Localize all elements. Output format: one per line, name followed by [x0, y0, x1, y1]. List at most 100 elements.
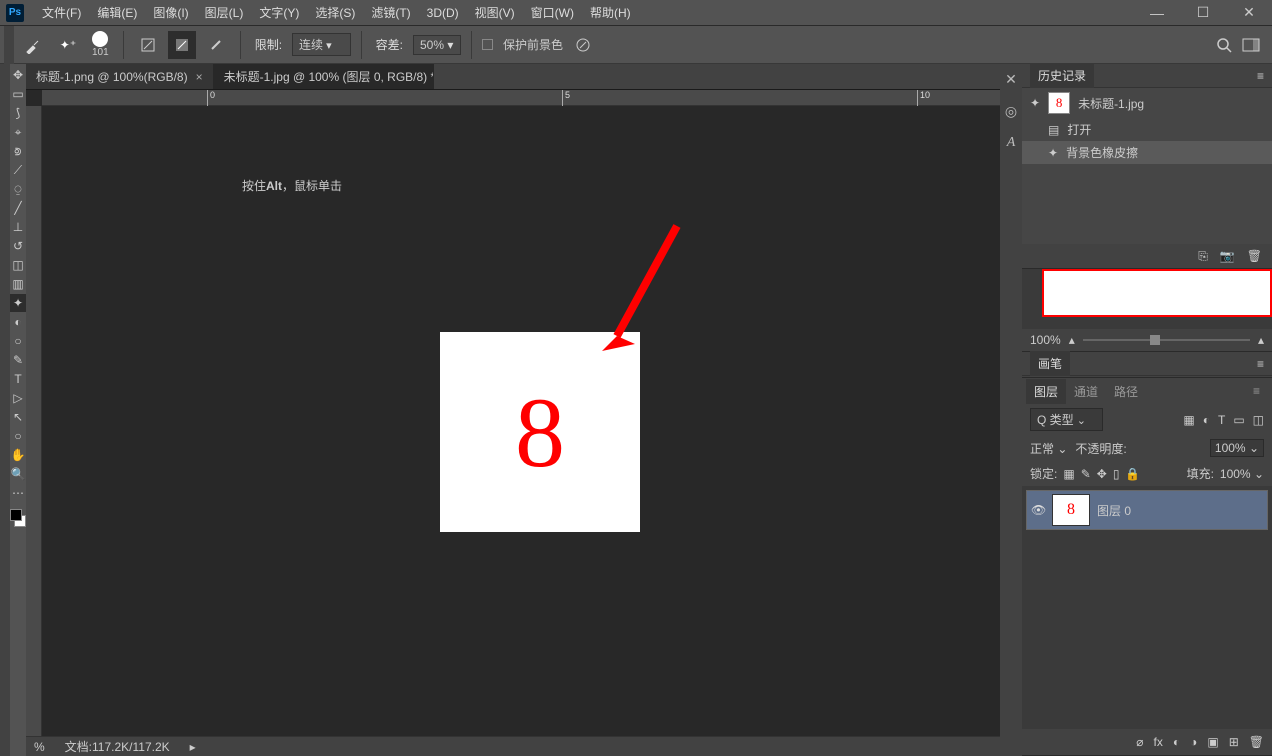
canvas[interactable]: 8 按住Alt，鼠标单击	[42, 106, 1000, 736]
new-layer-icon[interactable]: ⊞	[1229, 735, 1239, 749]
filter-type-icon[interactable]: T	[1218, 413, 1225, 427]
maximize-button[interactable]: ☐	[1180, 0, 1226, 26]
minimize-button[interactable]: —	[1134, 0, 1180, 26]
visibility-icon[interactable]: 👁	[1031, 503, 1045, 517]
hand-tool[interactable]: ✋	[10, 446, 26, 464]
layer-name[interactable]: 图层 0	[1097, 502, 1131, 519]
lock-trans-icon[interactable]: ▦	[1063, 467, 1074, 481]
move-tool[interactable]: ✥	[10, 66, 26, 84]
menu-edit[interactable]: 编辑(E)	[89, 0, 145, 25]
history-item-0[interactable]: ▤ 打开	[1022, 118, 1272, 141]
cloud-icon[interactable]: ◎	[1002, 102, 1020, 120]
history-tab[interactable]: 历史记录	[1030, 63, 1094, 88]
status-chevron-icon[interactable]: ▸	[190, 740, 196, 754]
limit-select[interactable]: 连续 ▾	[292, 33, 351, 56]
lock-artboard-icon[interactable]: ▯	[1113, 467, 1120, 481]
zoom-slider[interactable]	[1150, 335, 1160, 345]
color-swatches[interactable]	[10, 507, 26, 535]
brush-tab[interactable]: 画笔	[1030, 351, 1070, 376]
zoom-tool[interactable]: 🔍	[10, 465, 26, 483]
blur-tool[interactable]: ◐	[10, 313, 26, 331]
panel-menu-icon[interactable]: ≡	[1257, 69, 1264, 83]
quick-select-tool[interactable]: ⌖	[10, 123, 26, 141]
pen-tool[interactable]: ✎	[10, 351, 26, 369]
layer-item-0[interactable]: 👁 8 图层 0	[1026, 490, 1268, 530]
trash-icon[interactable]: 🗑	[1247, 249, 1262, 263]
gradient-tool[interactable]: ▥	[10, 275, 26, 293]
tab-1[interactable]: 未标题-1.jpg @ 100% (图层 0, RGB/8) * ×	[214, 64, 434, 89]
brush-tool[interactable]: ╱	[10, 199, 26, 217]
menu-text[interactable]: 文字(Y)	[251, 0, 307, 25]
character-icon[interactable]: A	[1002, 134, 1020, 152]
zoom-percent[interactable]: %	[34, 740, 45, 754]
collapsed-panel-gutter[interactable]	[0, 64, 10, 756]
path-tool[interactable]: ▷	[10, 389, 26, 407]
channels-tab[interactable]: 通道	[1066, 379, 1106, 404]
direct-select-tool[interactable]: ↖	[10, 408, 26, 426]
filter-shape-icon[interactable]: ▭	[1233, 413, 1244, 427]
filter-image-icon[interactable]: ▦	[1183, 413, 1194, 427]
eyedropper-tool[interactable]: ⟋	[10, 161, 26, 179]
delete-layer-icon[interactable]: 🗑	[1249, 735, 1264, 749]
bg-eraser-tool[interactable]: ✦	[10, 294, 26, 312]
pressure-icon[interactable]	[569, 31, 597, 59]
navigator-preview[interactable]	[1042, 269, 1272, 317]
history-snapshot[interactable]: ✦ 8 未标题-1.jpg	[1022, 88, 1272, 118]
more-tools[interactable]: ⋯	[10, 484, 26, 502]
lock-all-icon[interactable]: 🔒	[1125, 467, 1140, 481]
menu-image[interactable]: 图像(I)	[145, 0, 196, 25]
blend-mode-select[interactable]: 正常 ⌄	[1030, 440, 1067, 457]
paths-tab[interactable]: 路径	[1106, 379, 1146, 404]
menu-3d[interactable]: 3D(D)	[419, 2, 467, 24]
layers-tab[interactable]: 图层	[1026, 379, 1066, 404]
menu-select[interactable]: 选择(S)	[307, 0, 363, 25]
menu-layer[interactable]: 图层(L)	[197, 0, 252, 25]
sparkle-icon[interactable]: ✦⁺	[54, 31, 82, 59]
zoom-value[interactable]: 100%	[1030, 333, 1061, 347]
workspace-icon[interactable]	[1242, 38, 1260, 52]
filter-adjust-icon[interactable]: ◐	[1203, 413, 1210, 427]
link-icon[interactable]: ⌀	[1136, 735, 1143, 749]
layer-thumb[interactable]: 8	[1053, 495, 1089, 525]
panel-menu-icon[interactable]: ≡	[1245, 380, 1268, 402]
brush-size-picker[interactable]: 101	[92, 31, 109, 58]
stamp-tool[interactable]: ⊥	[10, 218, 26, 236]
tab-0[interactable]: 标题-1.png @ 100%(RGB/8) ×	[26, 64, 214, 89]
tab-0-close-icon[interactable]: ×	[196, 70, 203, 84]
panel-menu-icon[interactable]: ≡	[1257, 357, 1264, 371]
menu-help[interactable]: 帮助(H)	[582, 0, 639, 25]
history-brush-tool[interactable]: ↺	[10, 237, 26, 255]
adjustment-icon[interactable]: ◑	[1190, 735, 1197, 749]
eraser-tool[interactable]: ◫	[10, 256, 26, 274]
tool-preset-icon[interactable]	[20, 31, 48, 59]
sample-icon-3[interactable]	[202, 31, 230, 59]
menu-view[interactable]: 视图(V)	[467, 0, 523, 25]
marquee-tool[interactable]: ▭	[10, 85, 26, 103]
history-item-1[interactable]: ✦ 背景色橡皮擦	[1022, 141, 1272, 164]
layer-filter-select[interactable]: Q 类型 ⌄	[1030, 408, 1103, 431]
menu-window[interactable]: 窗口(W)	[523, 0, 582, 25]
search-icon[interactable]	[1216, 37, 1232, 53]
healing-tool[interactable]: ⍜	[10, 180, 26, 198]
sample-icon-2[interactable]	[168, 31, 196, 59]
shape-tool[interactable]: ○	[10, 427, 26, 445]
new-doc-icon[interactable]: ⎘	[1198, 249, 1208, 264]
tolerance-input[interactable]: 50% ▾	[413, 35, 461, 55]
crop-tool[interactable]: ⟄	[10, 142, 26, 160]
type-tool[interactable]: T	[10, 370, 26, 388]
sample-icon-1[interactable]	[134, 31, 162, 59]
camera-icon[interactable]: 📷	[1220, 249, 1235, 263]
menu-file[interactable]: 文件(F)	[34, 0, 89, 25]
lasso-tool[interactable]: ⟆	[10, 104, 26, 122]
filter-smart-icon[interactable]: ◫	[1253, 413, 1264, 427]
menu-filter[interactable]: 滤镜(T)	[363, 0, 418, 25]
lock-pos-icon[interactable]: ✥	[1097, 467, 1107, 481]
mask-icon[interactable]: ◐	[1173, 735, 1180, 749]
opacity-value[interactable]: 100% ⌄	[1210, 439, 1264, 457]
zoom-out-icon[interactable]: ▴	[1069, 333, 1075, 347]
wrench-icon[interactable]: ✕	[1002, 70, 1020, 88]
dodge-tool[interactable]: ○	[10, 332, 26, 350]
fill-value[interactable]: 100% ⌄	[1220, 467, 1264, 481]
close-button[interactable]: ✕	[1226, 0, 1272, 26]
lock-paint-icon[interactable]: ✎	[1081, 467, 1091, 481]
